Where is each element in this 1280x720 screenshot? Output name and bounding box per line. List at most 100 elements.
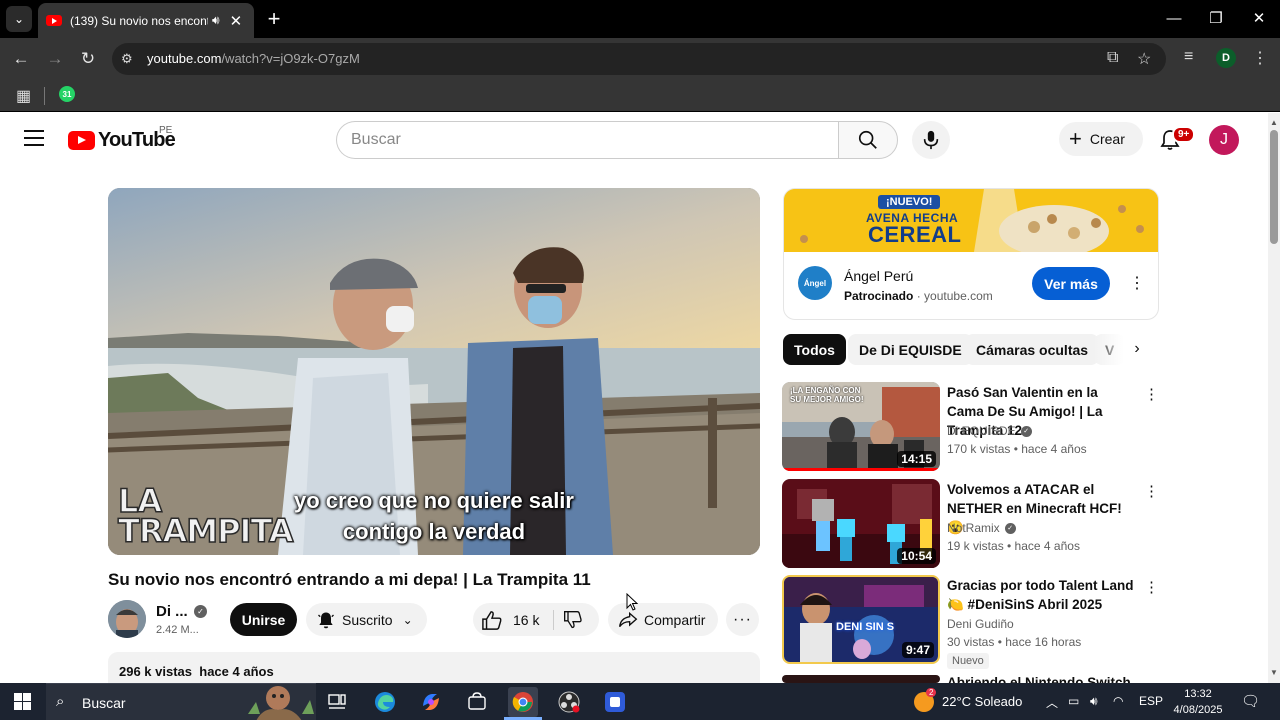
notification-center-icon[interactable]: 🗨︎ xyxy=(1241,692,1260,710)
tab-search-button[interactable]: ⌄ xyxy=(6,6,32,32)
channel-name[interactable]: Di ... xyxy=(156,603,188,620)
search-icon xyxy=(858,130,877,149)
taskbar-clock[interactable]: 13:32 4/08/2025 xyxy=(1168,686,1228,718)
window-close-button[interactable]: ✕ xyxy=(1237,0,1280,36)
minimize-button[interactable]: — xyxy=(1152,0,1196,36)
scroll-down-arrow-icon[interactable]: ▼ xyxy=(1270,668,1278,677)
subscribed-button[interactable]: Suscrito ⌄ xyxy=(306,603,427,636)
recommendation-channel[interactable]: Di EQUISDE ✓ xyxy=(947,424,1032,438)
ad-see-more-button[interactable]: Ver más xyxy=(1032,267,1110,300)
recommendation-menu-icon[interactable]: ⋮ xyxy=(1144,482,1159,500)
create-button[interactable]: + Crear xyxy=(1059,122,1143,156)
sponsored-ad-card[interactable]: ¡NUEVO! AVENA HECHA CEREAL Ángel Ángel P… xyxy=(783,188,1159,320)
recommendation-menu-icon[interactable]: ⋮ xyxy=(1144,578,1159,596)
recommendation-thumbnail[interactable]: DENI SIN S 9:47 xyxy=(782,575,940,664)
taskbar-search-icon: ⌕ xyxy=(56,693,65,710)
recommendation-thumbnail[interactable]: ¡LA ENGAÑO CON SU MEJOR AMIGO! 14:15 xyxy=(782,382,940,471)
recommendation-channel-name: Deni Gudiño xyxy=(947,617,1014,631)
apps-grid-icon[interactable]: ▦ xyxy=(16,86,31,106)
search-button[interactable] xyxy=(838,121,898,159)
new-tab-button[interactable]: + xyxy=(262,6,286,32)
recommendation-channel-name: Di EQUISDE xyxy=(947,424,1016,438)
create-label: Crear xyxy=(1089,131,1125,147)
reload-button[interactable]: ↻ xyxy=(75,46,101,72)
new-badge: Nuevo xyxy=(947,653,989,669)
input-language[interactable]: ESP xyxy=(1139,694,1163,708)
address-bar[interactable]: ⚙ youtube.com/watch?v=jO9zk-O7gzM ⧉ ☆ xyxy=(112,43,1166,75)
chip-all[interactable]: Todos xyxy=(783,334,846,365)
taskbar-search-box[interactable]: ⌕ Buscar xyxy=(46,683,316,720)
recommendation-menu-icon[interactable]: ⋮ xyxy=(1144,385,1159,403)
bookmark-star-icon[interactable]: ☆ xyxy=(1137,49,1151,69)
chrome-taskbar-icon[interactable] xyxy=(508,687,538,717)
clock-date: 4/08/2025 xyxy=(1173,704,1223,716)
browser-menu-icon[interactable]: ⋮ xyxy=(1252,48,1268,68)
media-controls-icon[interactable]: ≡ xyxy=(1184,48,1193,66)
recommendation-stats: 170 k vistas • hace 4 años xyxy=(947,442,1087,456)
site-info-icon[interactable]: ⚙ xyxy=(121,51,133,67)
ad-cereal-art xyxy=(784,189,1158,252)
dislike-button[interactable] xyxy=(563,610,583,635)
edge-browser-icon[interactable] xyxy=(370,687,400,717)
scroll-up-arrow-icon[interactable]: ▲ xyxy=(1270,118,1278,127)
overlay-line-2: TRAMPITA xyxy=(117,512,294,550)
speaker-icon[interactable]: 🔊︎ xyxy=(212,13,220,28)
battery-icon[interactable]: ▭ xyxy=(1068,694,1079,708)
browser-profile-avatar[interactable]: D xyxy=(1216,48,1236,68)
chips-next-chevron-icon[interactable]: › xyxy=(1124,336,1150,362)
chip-hidden-cameras[interactable]: Cámaras ocultas xyxy=(965,334,1100,365)
scrollbar-thumb[interactable] xyxy=(1270,130,1278,244)
video-title: Su novio nos encontró entrando a mi depa… xyxy=(108,570,591,589)
more-actions-button[interactable]: ··· xyxy=(726,603,759,636)
recommendation-channel[interactable]: Deni Gudiño xyxy=(947,617,1014,631)
windows-start-icon[interactable] xyxy=(14,693,31,710)
ad-banner-image[interactable]: ¡NUEVO! AVENA HECHA CEREAL xyxy=(784,189,1158,252)
channel-avatar[interactable] xyxy=(108,600,146,638)
video-player[interactable]: yo creo que no quiere salir contigo la v… xyxy=(108,188,760,555)
back-button[interactable]: ← xyxy=(8,46,34,72)
recommendation-thumbnail[interactable] xyxy=(782,675,940,683)
browser-toolbar: ← → ↻ ⚙ youtube.com/watch?v=jO9zk-O7gzM … xyxy=(0,38,1280,80)
task-view-icon[interactable] xyxy=(322,687,352,717)
volume-icon[interactable]: 🔊︎ xyxy=(1090,694,1098,709)
advertiser-logo[interactable]: Ángel xyxy=(798,266,832,300)
subscriber-count: 2.42 M... xyxy=(156,624,199,636)
tab-close-icon[interactable]: ✕ xyxy=(230,12,243,30)
network-icon[interactable]: ◠ xyxy=(1113,694,1123,708)
join-button[interactable]: Unirse xyxy=(230,603,297,636)
channel-avatar-image xyxy=(108,600,146,638)
forward-button[interactable]: → xyxy=(42,46,68,72)
recommendation-title[interactable]: Gracias por todo Talent Land 🍋 #DeniSinS… xyxy=(947,576,1137,614)
tray-chevron-up-icon[interactable]: ︿ xyxy=(1046,694,1058,711)
ad-more-options-icon[interactable]: ⋮ xyxy=(1129,273,1145,293)
sponsored-label: Patrocinado xyxy=(844,289,914,303)
verified-icon: ✓ xyxy=(1020,425,1032,437)
recommendation-item[interactable]: ¡LA ENGAÑO CON SU MEJOR AMIGO! 14:15 Pas… xyxy=(782,382,1160,472)
bell-filled-icon xyxy=(318,612,334,628)
advertiser-name[interactable]: Ángel Perú xyxy=(844,268,913,284)
restore-button[interactable]: ❐ xyxy=(1194,0,1238,36)
copilot-icon[interactable] xyxy=(416,687,446,717)
whatsapp-bookmark-icon[interactable]: 31 xyxy=(59,86,75,102)
chip-from-channel[interactable]: De Di EQUISDE xyxy=(848,334,973,365)
obs-recording-icon[interactable] xyxy=(554,687,584,717)
guide-menu-icon[interactable] xyxy=(24,130,44,148)
browser-tab-active[interactable]: (139) Su novio nos encontró 🔊︎ ✕ xyxy=(38,3,254,38)
recommendation-title[interactable]: Abriendo el Nintendo Switch | xyxy=(947,675,1137,683)
recommendation-item[interactable]: 10:54 Volvemos a ATACAR el NETHER en Min… xyxy=(782,479,1160,569)
recommendation-item[interactable]: DENI SIN S 9:47 Gracias por todo Talent … xyxy=(782,575,1160,669)
blue-app-icon[interactable] xyxy=(600,687,630,717)
search-input[interactable]: Buscar xyxy=(336,121,839,159)
verified-badge-icon: ✓ xyxy=(194,605,207,618)
recommendation-item[interactable]: Abriendo el Nintendo Switch | xyxy=(782,675,1160,683)
like-dislike-group: 16 k xyxy=(473,603,599,636)
share-button[interactable]: Compartir xyxy=(608,603,718,636)
recommendation-thumbnail[interactable]: 10:54 xyxy=(782,479,940,568)
recommendation-channel[interactable]: NotRamix ✓ xyxy=(947,521,1016,535)
store-app-icon[interactable] xyxy=(462,687,492,717)
like-button[interactable]: 16 k xyxy=(481,610,539,630)
install-app-icon[interactable]: ⧉ xyxy=(1107,49,1118,67)
account-avatar[interactable]: J xyxy=(1209,125,1239,155)
weather-text[interactable]: 22°C Soleado xyxy=(942,694,1022,709)
voice-search-button[interactable] xyxy=(912,121,950,159)
